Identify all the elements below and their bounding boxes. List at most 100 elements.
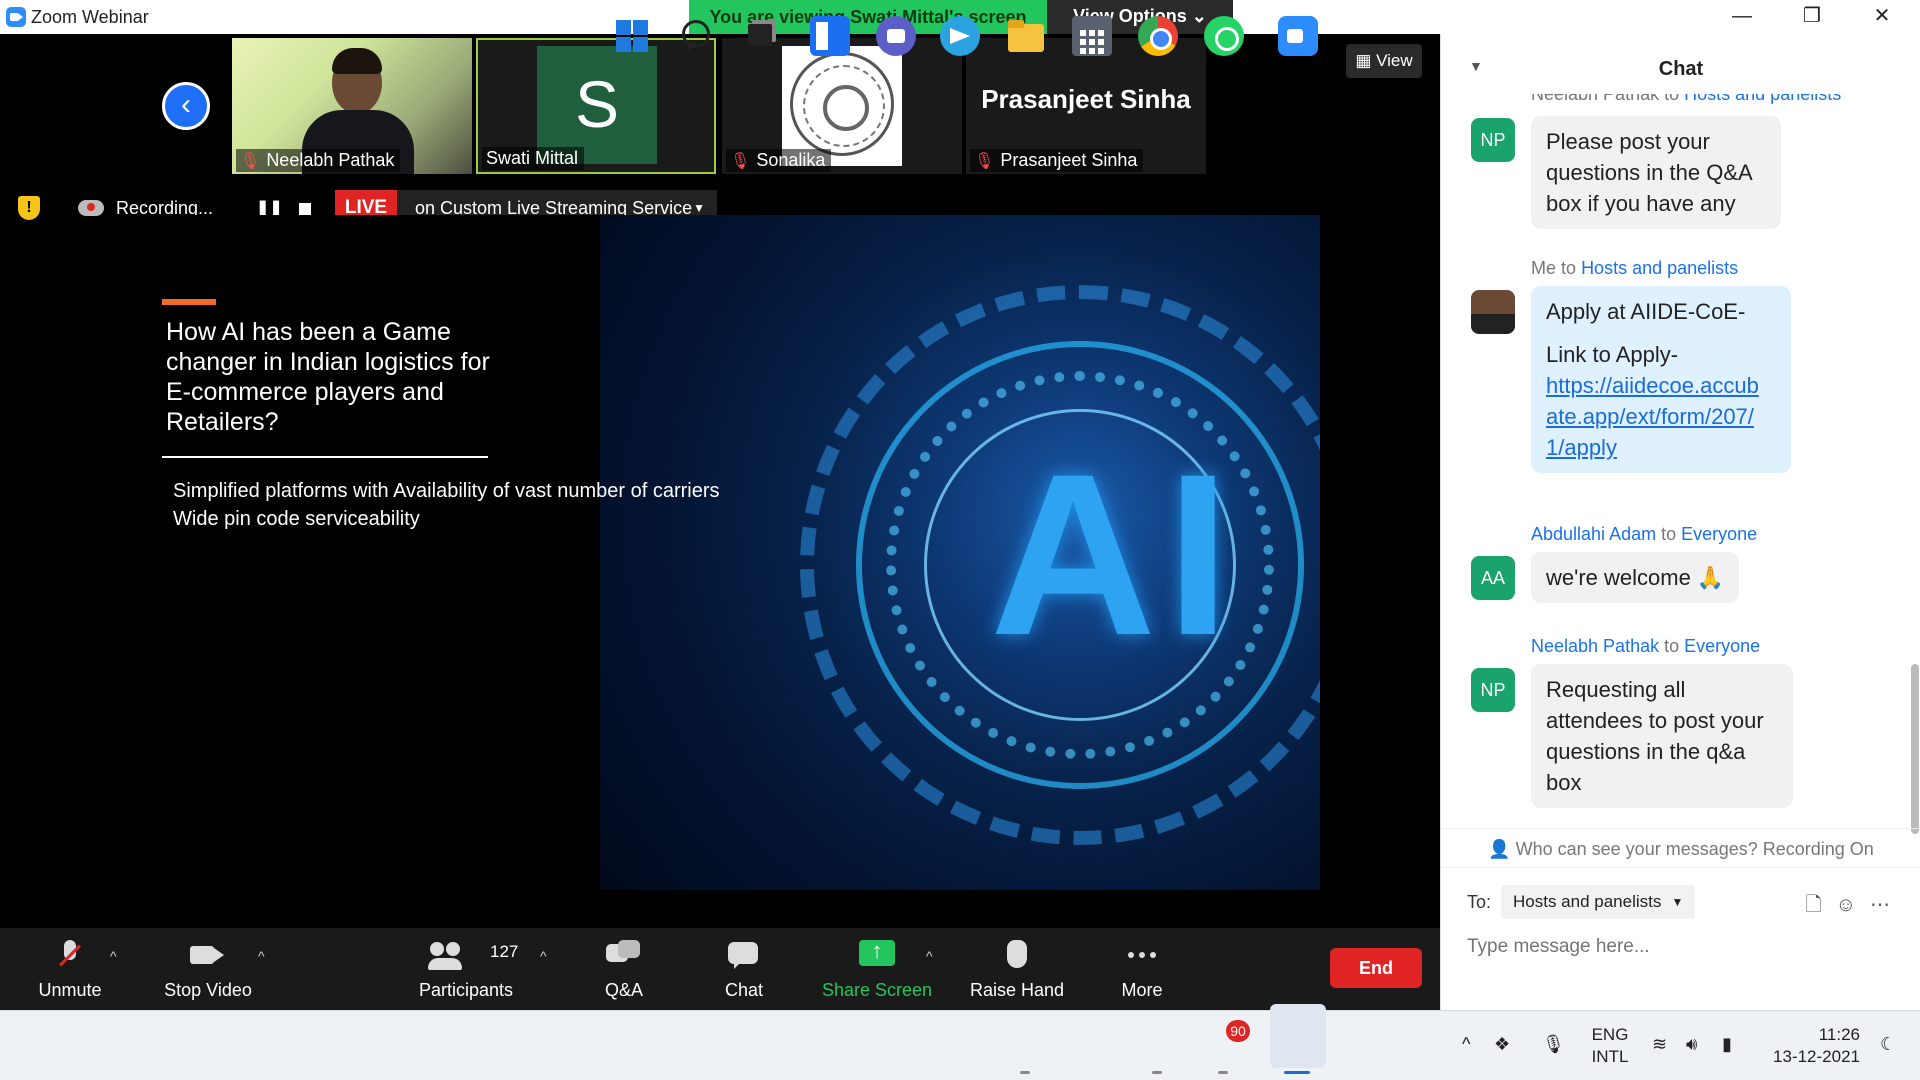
avatar: NP	[1471, 118, 1515, 162]
chat-scrollbar[interactable]	[1911, 664, 1919, 834]
close-button[interactable]: ✕	[1852, 0, 1912, 34]
audio-options-caret[interactable]: ^	[110, 948, 117, 964]
chrome-icon[interactable]	[1138, 16, 1178, 56]
participants-options-caret[interactable]: ^	[540, 948, 547, 964]
zoom-window: Zoom Webinar You are viewing Swati Mitta…	[0, 0, 1920, 1080]
chevron-down-icon: ▼	[1671, 895, 1684, 909]
telegram-icon[interactable]	[940, 16, 980, 56]
tile-name-label: 🎙︎ Neelabh Pathak	[236, 149, 401, 172]
person-icon: 👤	[1488, 839, 1511, 859]
slide-points: Simplified platforms with Availability o…	[173, 477, 720, 533]
ai-art-text: AI	[990, 426, 1240, 683]
chevron-up-icon[interactable]: ^	[1462, 1034, 1470, 1055]
meeting-toolbar: Unmute ^ Stop Video ^ 127 Participants ^…	[0, 928, 1440, 1010]
divider	[162, 456, 488, 458]
stop-video-button[interactable]: Stop Video	[150, 928, 266, 1010]
video-options-caret[interactable]: ^	[258, 948, 265, 964]
avatar: AA	[1471, 556, 1515, 600]
active-app-highlight	[1270, 1004, 1326, 1068]
slide-point: Wide pin code serviceability	[173, 508, 420, 530]
teams-chat-icon[interactable]	[876, 16, 916, 56]
more-icon[interactable]: ⋯	[1870, 894, 1890, 916]
message-bubble: Apply at AIIDE-CoE- Link to Apply- https…	[1531, 286, 1791, 473]
start-menu-icon[interactable]	[612, 16, 652, 56]
video-tile-prasanjeet[interactable]: Prasanjeet Sinha 🎙︎ Prasanjeet Sinha	[966, 38, 1206, 174]
tile-name-label: 🎙︎ Sonalika	[726, 149, 832, 172]
avatar	[1471, 290, 1515, 334]
tile-name-label: 🎙︎ Prasanjeet Sinha	[970, 149, 1144, 172]
message-sender: Neelabh Pathak to Hosts and panelists	[1531, 94, 1842, 104]
close-icon: ✕	[1873, 5, 1891, 27]
zoom-app-icon	[6, 7, 26, 27]
ai-circuit-artwork: AI	[600, 215, 1320, 890]
app-title: Zoom Webinar	[31, 7, 149, 27]
task-view-icon[interactable]	[742, 16, 782, 56]
shared-screen-slide: AI How AI has been a Game changer in Ind…	[120, 215, 1320, 890]
participant-count: 127	[490, 942, 519, 961]
calculator-icon[interactable]	[1072, 16, 1112, 56]
visibility-notice[interactable]: 👤 Who can see your messages? Recording O…	[1441, 828, 1920, 868]
accent-bar	[162, 299, 216, 305]
chat-messages: Neelabh Pathak to Hosts and panelists NP…	[1441, 94, 1911, 828]
qa-icon	[606, 940, 642, 970]
hand-icon	[999, 940, 1035, 970]
microphone-icon[interactable]: 🎙︎	[1542, 1034, 1565, 1055]
recipient-select[interactable]: Hosts and panelists ▼	[1501, 885, 1696, 919]
chat-panel: ▼ Chat Neelabh Pathak to Hosts and panel…	[1440, 34, 1920, 1010]
grid-icon: ▦	[1355, 51, 1372, 70]
zoom-taskbar-icon[interactable]	[1278, 16, 1318, 56]
mic-muted-icon	[52, 940, 88, 970]
file-explorer-icon[interactable]	[1006, 16, 1046, 56]
battery-icon[interactable]: ▮	[1722, 1034, 1732, 1055]
tile-name-label: Swati Mittal	[482, 147, 585, 170]
more-button[interactable]: More	[1104, 928, 1180, 1010]
stop-recording-button[interactable]	[299, 203, 311, 215]
message-input[interactable]	[1467, 930, 1887, 964]
message-bubble: Please post your questions in the Q&A bo…	[1531, 116, 1781, 229]
message-bubble: we're welcome 🙏	[1531, 552, 1740, 603]
video-tile-swati[interactable]: S Swati Mittal	[476, 38, 716, 174]
participants-button[interactable]: 127 Participants	[410, 928, 522, 1010]
clock[interactable]: 11:26 13-12-2021	[1770, 1024, 1860, 1068]
whatsapp-icon[interactable]	[1204, 16, 1244, 56]
chevron-left-icon: ‹	[181, 88, 191, 121]
security-shield-icon[interactable]: !	[18, 196, 40, 220]
cloud-recording-icon	[78, 200, 104, 216]
search-icon[interactable]	[678, 16, 718, 56]
volume-icon[interactable]: 🔊︎	[1686, 1034, 1697, 1055]
mic-muted-icon: 🎙︎	[240, 153, 261, 170]
message-sender: Neelabh Pathak to Everyone	[1531, 636, 1761, 656]
widgets-icon[interactable]	[810, 16, 850, 56]
view-layout-button[interactable]: ▦ View	[1346, 44, 1422, 78]
video-tile-neelabh[interactable]: 🎙︎ Neelabh Pathak	[232, 38, 472, 174]
focus-moon-icon[interactable]: ☾	[1880, 1034, 1896, 1055]
chat-button[interactable]: Chat	[702, 928, 786, 1010]
previous-page-button[interactable]: ‹	[162, 82, 210, 130]
chat-title: Chat	[1658, 58, 1704, 80]
tile-display-name: Prasanjeet Sinha	[981, 84, 1191, 114]
qa-button[interactable]: Q&A	[582, 928, 666, 1010]
share-screen-icon	[859, 938, 895, 966]
apply-link[interactable]: https://aiidecoe.accub ate.app/ext/form/…	[1546, 373, 1759, 460]
wifi-icon[interactable]: ≋	[1652, 1034, 1667, 1055]
share-screen-button[interactable]: Share Screen	[816, 928, 938, 1010]
chevron-down-icon: ⌄	[1191, 6, 1207, 26]
participants-icon	[428, 940, 464, 970]
mic-muted-icon: 🎙︎	[730, 153, 751, 170]
end-button[interactable]: End	[1330, 948, 1422, 988]
dropbox-icon[interactable]: ❖	[1494, 1034, 1510, 1055]
emoji-icon[interactable]: ☺	[1836, 894, 1856, 916]
restore-icon: ❐	[1803, 5, 1821, 27]
message-sender: Abdullahi Adam to Everyone	[1531, 524, 1758, 544]
minimize-button[interactable]: —	[1712, 0, 1772, 34]
slide-point: Simplified platforms with Availability o…	[173, 480, 720, 502]
language-indicator[interactable]: ENG INTL	[1590, 1024, 1630, 1068]
raise-hand-button[interactable]: Raise Hand	[962, 928, 1072, 1010]
notification-badge: 90	[1226, 1020, 1250, 1042]
video-tile-sonalika[interactable]: 🎙︎ Sonalika	[722, 38, 962, 174]
to-label: To:	[1467, 892, 1492, 912]
maximize-button[interactable]: ❐	[1782, 0, 1842, 34]
file-icon[interactable]: 🗋	[1805, 894, 1821, 916]
unmute-button[interactable]: Unmute	[20, 928, 120, 1010]
share-options-caret[interactable]: ^	[926, 948, 933, 964]
